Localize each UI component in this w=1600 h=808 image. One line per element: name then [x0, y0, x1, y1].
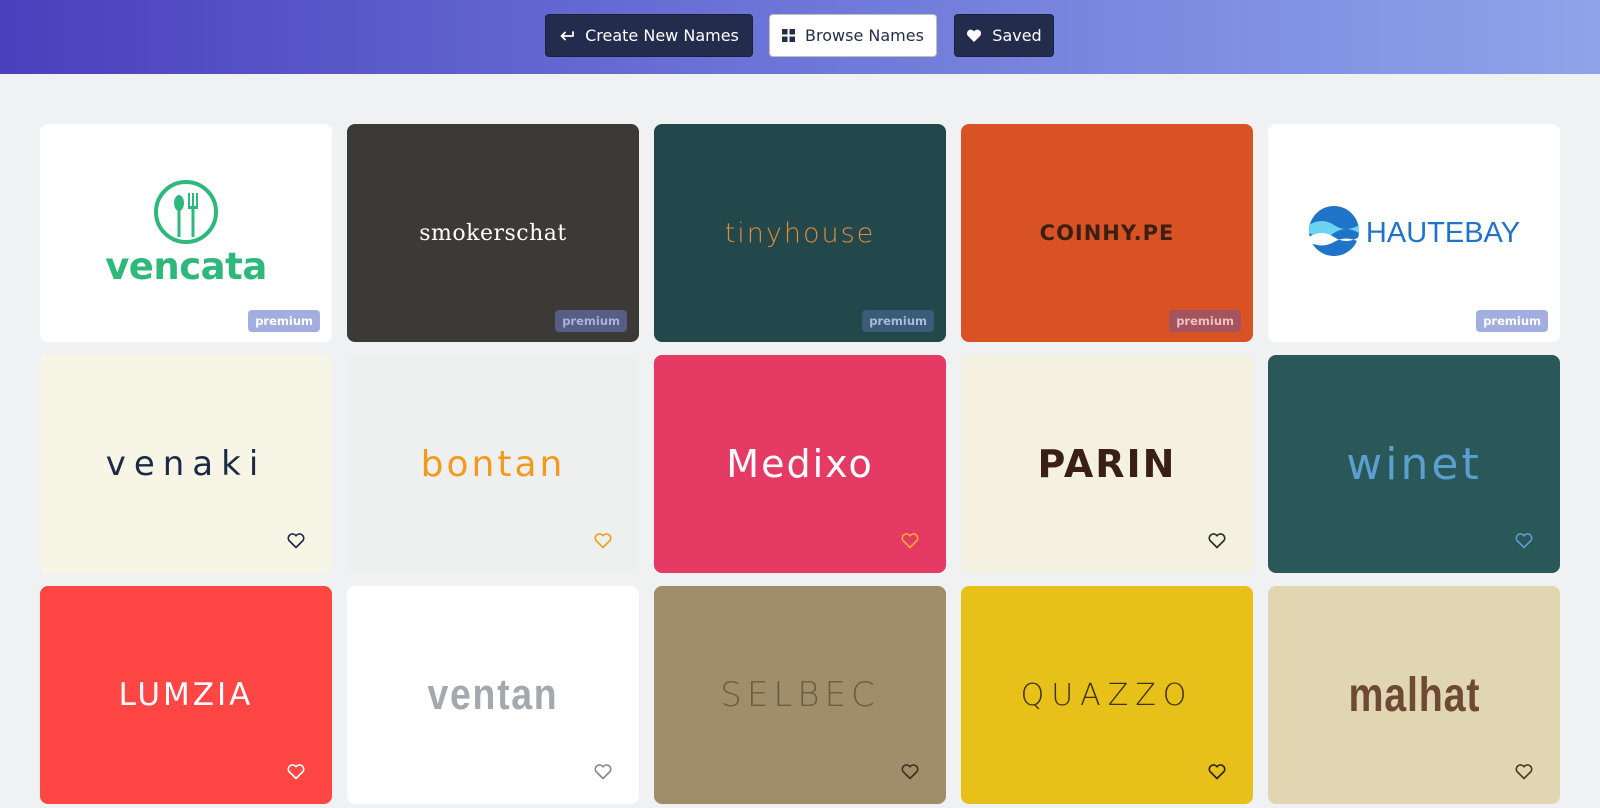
name-card-malhat[interactable]: malhat: [1268, 586, 1560, 804]
premium-badge: premium: [1169, 310, 1241, 332]
name-label: SELBEC: [720, 675, 880, 715]
top-navigation-bar: Create New Names Browse Names Saved: [0, 0, 1600, 74]
name-label: smokerschat: [419, 220, 567, 246]
name-card-bontan[interactable]: bontan: [347, 355, 639, 573]
name-card-vencata[interactable]: vencata premium: [40, 124, 332, 342]
premium-badge: premium: [1476, 310, 1548, 332]
name-label: vencata: [105, 244, 267, 288]
saved-button[interactable]: Saved: [954, 14, 1054, 57]
name-label: HAUTEBAY: [1365, 216, 1521, 249]
browse-names-button[interactable]: Browse Names: [769, 14, 937, 57]
favorite-heart-icon[interactable]: [286, 531, 306, 551]
favorite-heart-icon[interactable]: [1514, 531, 1534, 551]
name-label: QUAZZO: [1020, 677, 1194, 713]
premium-badge: premium: [248, 310, 320, 332]
name-label: PARIN: [1037, 442, 1177, 486]
saved-label: Saved: [992, 26, 1042, 45]
name-label: tinyhouse: [724, 217, 876, 249]
create-new-names-button[interactable]: Create New Names: [545, 14, 753, 57]
name-label: venaki: [105, 444, 267, 484]
name-card-selbec[interactable]: SELBEC: [654, 586, 946, 804]
premium-badge: premium: [862, 310, 934, 332]
premium-badge: premium: [555, 310, 627, 332]
name-label: ventan: [427, 670, 559, 719]
name-label: COINHY.PE: [1039, 221, 1175, 245]
favorite-heart-icon[interactable]: [593, 762, 613, 782]
name-card-smokerschat[interactable]: smokerschat premium: [347, 124, 639, 342]
browse-names-label: Browse Names: [805, 26, 924, 45]
name-card-quazzo[interactable]: QUAZZO: [961, 586, 1253, 804]
name-label: Medixo: [726, 442, 874, 486]
name-card-lumzia[interactable]: LUMZIA: [40, 586, 332, 804]
favorite-heart-icon[interactable]: [1514, 762, 1534, 782]
grid-icon: [782, 29, 796, 42]
return-arrow-icon: [559, 30, 575, 42]
name-card-medixo[interactable]: Medixo: [654, 355, 946, 573]
favorite-heart-icon[interactable]: [900, 531, 920, 551]
name-card-winet[interactable]: winet: [1268, 355, 1560, 573]
name-label: malhat: [1348, 668, 1480, 722]
name-label: winet: [1346, 438, 1482, 490]
wave-globe-icon: [1308, 205, 1360, 261]
favorite-heart-icon[interactable]: [593, 531, 613, 551]
name-card-parin[interactable]: PARIN: [961, 355, 1253, 573]
name-card-venaki[interactable]: venaki: [40, 355, 332, 573]
create-new-names-label: Create New Names: [585, 26, 739, 45]
name-label: bontan: [420, 443, 566, 485]
name-label: LUMZIA: [118, 677, 254, 713]
favorite-heart-icon[interactable]: [1207, 762, 1227, 782]
name-card-coinhype[interactable]: COINHY.PE premium: [961, 124, 1253, 342]
name-card-ventan[interactable]: ventan: [347, 586, 639, 804]
name-card-tinyhouse[interactable]: tinyhouse premium: [654, 124, 946, 342]
fork-spoon-icon: [152, 179, 220, 249]
favorite-heart-icon[interactable]: [1207, 531, 1227, 551]
name-card-hautebay[interactable]: HAUTEBAY premium: [1268, 124, 1560, 342]
favorite-heart-icon[interactable]: [286, 762, 306, 782]
heart-icon: [966, 29, 982, 43]
favorite-heart-icon[interactable]: [900, 762, 920, 782]
